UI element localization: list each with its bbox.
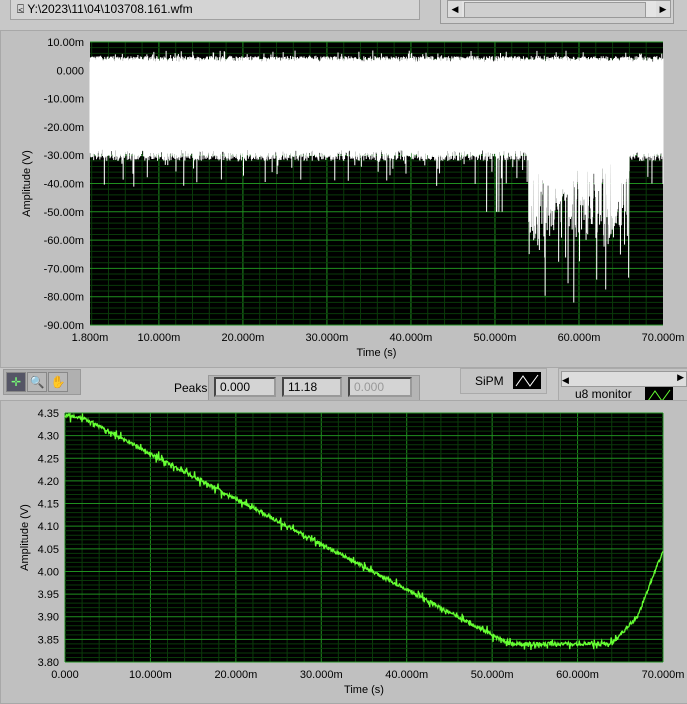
- x-tick-label: 70.000m: [642, 669, 685, 681]
- plot-area: [65, 413, 663, 662]
- peak-value-1[interactable]: 0.000: [214, 377, 276, 397]
- y-tick-label: 10.00m: [47, 37, 84, 49]
- y-tick-label: 4.25: [38, 453, 59, 465]
- pan-hand-icon[interactable]: ✋: [48, 372, 68, 392]
- y-tick-label: -90.00m: [44, 320, 84, 332]
- y-tick-label: -20.00m: [44, 122, 84, 134]
- x-tick-label: 40.000m: [385, 669, 428, 681]
- peaks-label: Peaks: [174, 381, 208, 395]
- y-tick-label: 4.15: [38, 499, 59, 511]
- y-tick-label: 4.05: [38, 544, 59, 556]
- y-tick-label: 4.00: [38, 566, 59, 578]
- monitor-graph: 4.35 4.30 4.25 4.20 4.15 4.10 4.05 4.00 3.95 3.90…: [19, 408, 685, 696]
- y-tick-label: 4.35: [38, 408, 59, 420]
- y-tick-label: 4.30: [38, 431, 59, 443]
- scroll-left-icon[interactable]: ◀: [448, 1, 462, 17]
- y-tick-label: -70.00m: [44, 263, 84, 275]
- y-tick-label: -40.00m: [44, 179, 84, 191]
- sipm-graph: 10.00m 0.000 -10.00m -20.00m -30.00m -40.00m -…: [21, 37, 685, 359]
- x-tick-label: 20.000m: [214, 669, 257, 681]
- x-tick-label: 30.000m: [300, 669, 343, 681]
- y-tick-label: 3.95: [38, 589, 59, 601]
- x-tick-label: 1.800m: [72, 332, 109, 344]
- peak-value-3: 0.000: [348, 377, 412, 397]
- x-tick-label: 30.000m: [306, 332, 349, 344]
- horizontal-scrollbar[interactable]: ◀ ▶: [447, 0, 671, 18]
- y-tick-label: -30.00m: [44, 150, 84, 162]
- x-axis-label: Time (s): [357, 347, 397, 359]
- graph-toolbar: ✛ 🔍 ✋ Peaks 0.000 11.18 0.000 SiPM ◀ ▶ u8…: [0, 366, 687, 405]
- peak-value-2[interactable]: 11.18: [282, 377, 342, 397]
- legend-u8-monitor[interactable]: ◀ ▶ u8 monitor: [558, 368, 687, 404]
- x-axis-label: Time (s): [344, 684, 384, 696]
- y-axis-label: Amplitude (V): [19, 504, 31, 571]
- y-tick-label: 4.20: [38, 476, 59, 488]
- y-tick-label: -10.00m: [44, 94, 84, 106]
- x-tick-label: 60.000m: [556, 669, 599, 681]
- y-tick-label: -80.00m: [44, 292, 84, 304]
- cursor-tool-icon[interactable]: ✛: [6, 372, 26, 392]
- x-tick-label: 50.000m: [474, 332, 517, 344]
- y-tick-label: 3.80: [38, 657, 59, 669]
- y-tick-label: 0.000: [56, 65, 84, 77]
- y-tick-label: -60.00m: [44, 235, 84, 247]
- legend-sipm[interactable]: SiPM: [460, 368, 547, 394]
- scroll-thumb[interactable]: [464, 2, 646, 18]
- x-tick-label: 50.000m: [471, 669, 514, 681]
- x-tick-label: 10.000m: [137, 332, 180, 344]
- y-tick-label: 4.10: [38, 521, 59, 533]
- y-axis-label: Amplitude (V): [21, 150, 33, 217]
- y-tick-label: 3.85: [38, 634, 59, 646]
- x-tick-label: 70.000m: [642, 332, 685, 344]
- scroll-right-icon[interactable]: ▶: [656, 1, 670, 17]
- zoom-tool-icon[interactable]: 🔍: [27, 372, 47, 392]
- legend-scrollbar[interactable]: ◀ ▶: [561, 371, 687, 387]
- x-tick-label: 20.000m: [222, 332, 265, 344]
- x-tick-label: 60.000m: [558, 332, 601, 344]
- x-tick-label: 10.000m: [129, 669, 172, 681]
- x-tick-label: 40.000m: [390, 332, 433, 344]
- y-tick-label: 3.90: [38, 612, 59, 624]
- sipm-line-icon: [513, 372, 541, 389]
- path-icon: ⍃: [17, 2, 28, 16]
- file-path-display[interactable]: ⍃ Y:\2023\11\04\103708.161.wfm: [10, 0, 420, 20]
- x-tick-label: 0.000: [51, 669, 79, 681]
- y-tick-label: -50.00m: [44, 207, 84, 219]
